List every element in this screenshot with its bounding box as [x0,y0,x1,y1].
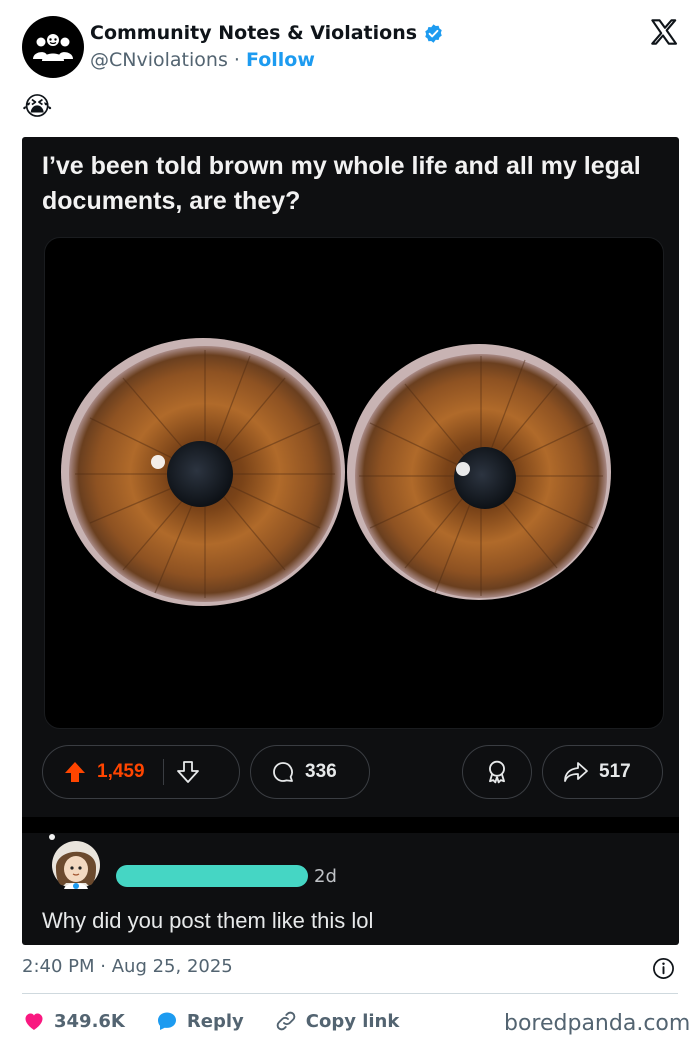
comment-text: Why did you post them like this lol [42,908,374,933]
follow-button[interactable]: Follow [246,49,315,71]
award-button[interactable] [462,745,532,799]
tweet-date: Aug 25, 2025 [111,956,233,977]
upvote-icon[interactable] [63,760,87,784]
comment-count: 336 [305,761,337,782]
reply-label: Reply [186,1010,244,1032]
x-logo-icon[interactable] [650,18,678,46]
heart-icon [25,1013,43,1030]
timestamp-separator: · [100,956,106,977]
like-count: 349.6K [54,1010,125,1032]
footer-divider [22,993,678,994]
display-name-row: Community Notes & Violations [90,22,444,44]
info-icon[interactable] [652,957,675,980]
left-eye [61,338,345,606]
vote-separator [162,759,164,785]
action-bar: 349.6K Reply Copy link [22,1006,429,1036]
comment-button[interactable]: 336 [250,745,370,799]
people-group-icon [33,34,73,61]
embedded-post-image[interactable]: I’ve been told brown my whole life and a… [22,137,679,945]
post-divider [22,817,679,833]
tweet-header: Community Notes & Violations @CNviolatio… [22,16,682,80]
post-title: I’ve been told brown my whole life and a… [42,152,641,215]
tweet-timestamp[interactable]: 2:40 PM · Aug 25, 2025 [22,956,233,977]
right-eye [347,344,611,600]
share-icon [564,762,588,782]
redacted-username [116,865,308,887]
display-name[interactable]: Community Notes & Violations [90,22,417,44]
copy-link-label: Copy link [305,1010,400,1032]
copy-link-button[interactable]: Copy link [274,1009,400,1033]
post-media [44,237,664,729]
share-count: 517 [599,761,631,782]
brown-eyes-image [61,338,611,606]
profile-avatar[interactable] [22,16,84,78]
reply-icon [157,1012,176,1030]
upvote-count: 1,459 [97,761,145,782]
award-icon [489,760,505,784]
link-icon [276,1011,296,1031]
separator-dot: · [233,49,240,71]
tweet-time: 2:40 PM [22,956,95,977]
reply-button[interactable]: Reply [155,1009,244,1033]
vote-control: 1,459 [42,745,240,799]
downvote-icon[interactable] [176,760,200,784]
handle-row: @CNviolations · Follow [90,49,315,71]
like-button[interactable]: 349.6K [22,1009,125,1033]
commenter-avatar[interactable] [42,833,102,893]
comment-time: 2d [314,866,337,887]
comment-icon [273,762,293,782]
share-button[interactable]: 517 [542,745,663,799]
watermark: boredpanda.com [504,1011,691,1036]
verified-badge-icon [425,23,442,43]
handle[interactable]: @CNviolations [90,49,228,71]
tweet-text: 😭 [22,92,53,122]
